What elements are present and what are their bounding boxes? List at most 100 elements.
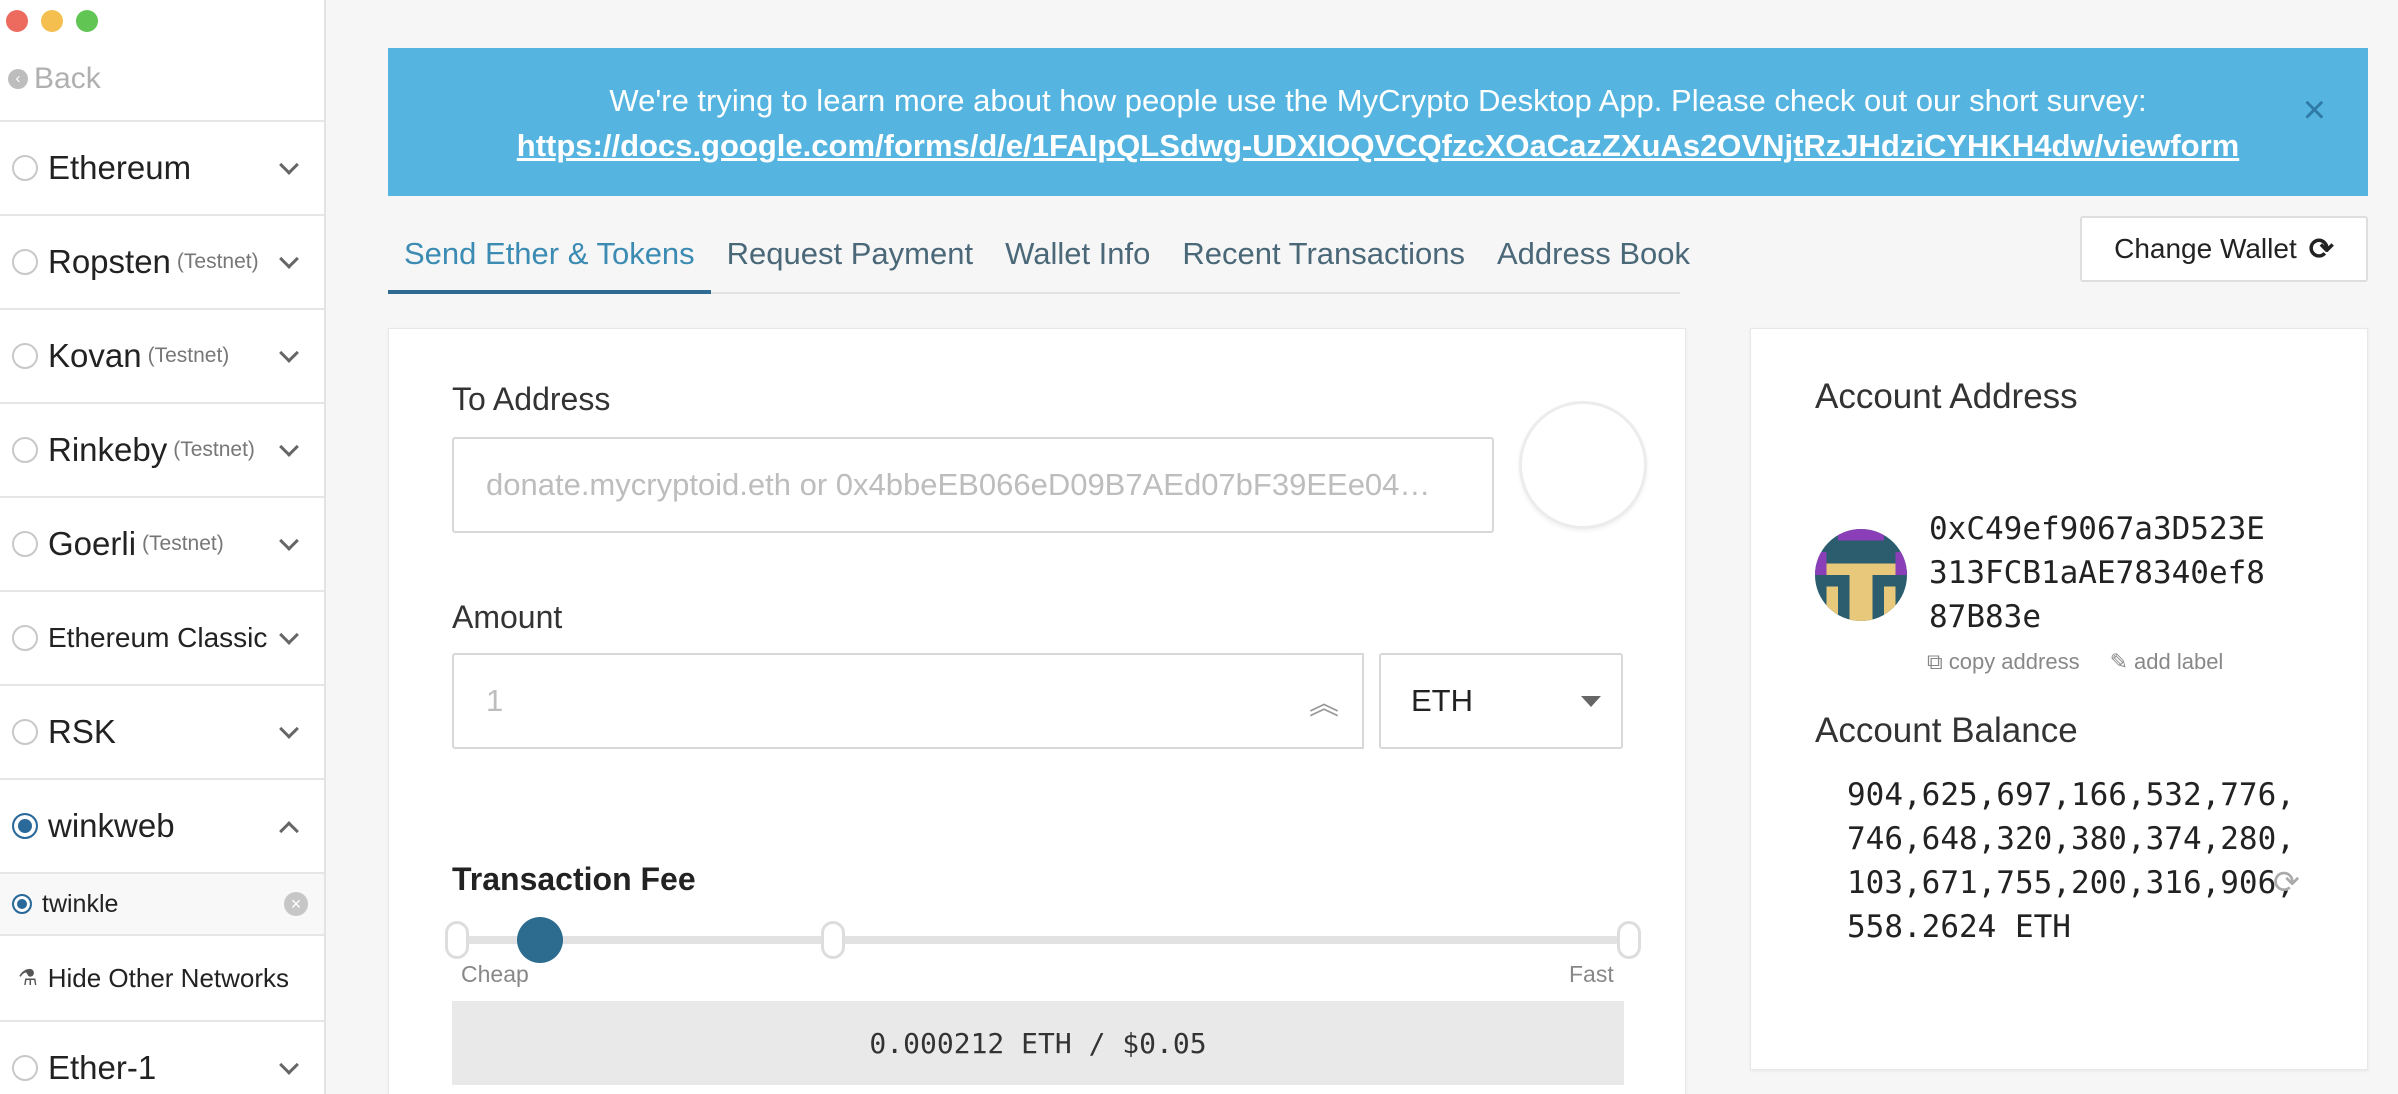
to-address-label: To Address [452,381,611,417]
network-testnet-tag: (Testnet) [173,438,255,461]
address-actions: ⧉ copy address ✎ add label [1927,649,2223,675]
hide-other-networks-label: Hide Other Networks [47,962,290,993]
back-label: Back [34,62,101,95]
network-name: Goerli [48,525,137,562]
fee-slider-step[interactable] [1617,921,1641,959]
network-name: Ropsten [48,243,171,280]
network-testnet-tag: (Testnet) [147,344,230,367]
refresh-icon: ⟳ [2308,232,2334,266]
account-address-value: 0xC49ef9067a3D523E313FCB1aAE78340ef887B8… [1929,511,2265,635]
fee-display: 0.000212 ETH / $0.05 [452,1001,1624,1085]
add-label-button[interactable]: ✎ add label [2110,649,2224,675]
copy-address-label: copy address [1948,649,2080,674]
network-list: Ethereum Ropsten (Testnet) Kovan (Testne… [0,120,324,1094]
flask-icon: ⚗ [18,965,38,990]
chevron-down-icon[interactable] [279,625,299,645]
network-radio[interactable] [12,625,38,651]
remove-node-icon[interactable]: × [284,892,308,916]
account-address-title: Account Address [1815,377,2078,416]
network-item-rsk[interactable]: RSK [0,684,324,778]
fee-fast-label: Fast [1569,961,1614,987]
refresh-balance-icon[interactable]: ⟳ [2273,863,2300,901]
chevron-down-icon[interactable] [279,249,299,269]
unit-dropdown[interactable]: ETH [1379,653,1623,749]
to-address-input[interactable]: donate.mycryptoid.eth or 0x4bbeEB066eD09… [452,437,1494,533]
fee-slider-handle[interactable] [517,917,564,963]
network-item-ether-1[interactable]: Ether-1 [0,1020,324,1094]
tab-address-book[interactable]: Address Book [1481,226,1706,294]
chevron-down-icon[interactable] [279,343,299,363]
network-radio[interactable] [12,343,38,369]
network-radio[interactable] [12,1055,38,1081]
network-item-winkweb[interactable]: winkweb [0,778,324,872]
network-name: Ethereum [48,149,192,186]
chevron-down-icon[interactable] [279,437,299,457]
account-info-card: Account Address 0xC49ef9067a3D523E313FCB… [1750,328,2368,1070]
chevron-up-icon[interactable] [279,821,299,841]
network-item-ropsten[interactable]: Ropsten (Testnet) [0,214,324,308]
network-testnet-tag: (Testnet) [142,532,224,555]
chevron-down-icon[interactable] [279,531,299,551]
tab-request-payment[interactable]: Request Payment [711,226,989,294]
fee-slider-step[interactable] [821,921,845,959]
close-icon[interactable]: × [2303,90,2326,130]
chevron-down-icon[interactable] [279,155,299,175]
account-identicon [1815,529,1907,621]
amount-input[interactable]: 1 [452,653,1288,749]
fee-slider-track[interactable] [459,936,1619,944]
sub-network-item-twinkle[interactable]: twinkle × [0,872,324,934]
transaction-fee-label: Transaction Fee [452,861,696,897]
change-wallet-button[interactable]: Change Wallet ⟳ [2080,216,2368,282]
minimize-window-button[interactable] [41,10,63,32]
amount-label: Amount [452,599,563,635]
sub-network-radio[interactable] [12,894,32,914]
chevron-down-icon[interactable] [279,719,299,739]
hide-other-networks-button[interactable]: ⚗ Hide Other Networks [0,934,324,1020]
network-radio[interactable] [12,437,38,463]
fee-cheap-label: Cheap [461,961,529,987]
address-identicon-placeholder [1519,401,1647,529]
network-radio[interactable] [12,719,38,745]
send-everything-button[interactable]: ︽ [1286,653,1364,749]
back-arrow-icon: ‹ [8,69,28,89]
survey-link[interactable]: https://docs.google.com/forms/d/e/1FAIpQ… [517,128,2239,163]
maximize-window-button[interactable] [76,10,98,32]
wallet-tabs: Send Ether & Tokens Request Payment Wall… [388,226,1690,294]
back-button[interactable]: ‹ Back [8,62,101,96]
network-radio[interactable] [12,531,38,557]
tab-send-ether-tokens[interactable]: Send Ether & Tokens [388,226,711,294]
caret-down-icon [1581,696,1601,707]
close-window-button[interactable] [6,10,28,32]
network-item-ethereum-classic[interactable]: Ethereum Classic [0,590,324,684]
tab-wallet-info[interactable]: Wallet Info [989,226,1166,294]
survey-banner: We're trying to learn more about how peo… [388,48,2368,196]
network-name: Kovan [48,337,142,374]
network-name: RSK [48,713,116,750]
network-testnet-tag: (Testnet) [176,250,259,273]
copy-address-button[interactable]: ⧉ copy address [1927,649,2080,675]
window-controls [6,10,98,32]
network-name: Ethereum Classic [48,622,268,653]
network-name: Rinkeby [48,431,168,468]
network-sidebar: ‹ Back Ethereum Ropsten (Testnet) Kovan … [0,0,326,1094]
network-item-goerli[interactable]: Goerli (Testnet) [0,496,324,590]
chevron-down-icon[interactable] [279,1055,299,1075]
account-balance-title: Account Balance [1815,711,2078,750]
change-wallet-label: Change Wallet [2114,233,2297,264]
network-item-ethereum[interactable]: Ethereum [0,120,324,214]
unit-value: ETH [1411,683,1473,718]
add-label-text: add label [2134,649,2224,674]
send-transaction-card: To Address donate.mycryptoid.eth or 0x4b… [388,328,1686,1094]
fee-slider-step[interactable] [445,921,469,959]
network-radio-selected[interactable] [12,813,38,839]
double-chevron-up-icon: ︽ [1309,688,1339,721]
network-item-rinkeby[interactable]: Rinkeby (Testnet) [0,402,324,496]
network-radio[interactable] [12,249,38,275]
network-item-kovan[interactable]: Kovan (Testnet) [0,308,324,402]
copy-icon: ⧉ [1927,649,1943,674]
network-name: Ether-1 [48,1049,157,1086]
banner-text: We're trying to learn more about how peo… [609,83,2147,118]
tab-recent-transactions[interactable]: Recent Transactions [1166,226,1481,294]
pencil-icon: ✎ [2109,649,2129,674]
network-radio[interactable] [12,155,38,181]
